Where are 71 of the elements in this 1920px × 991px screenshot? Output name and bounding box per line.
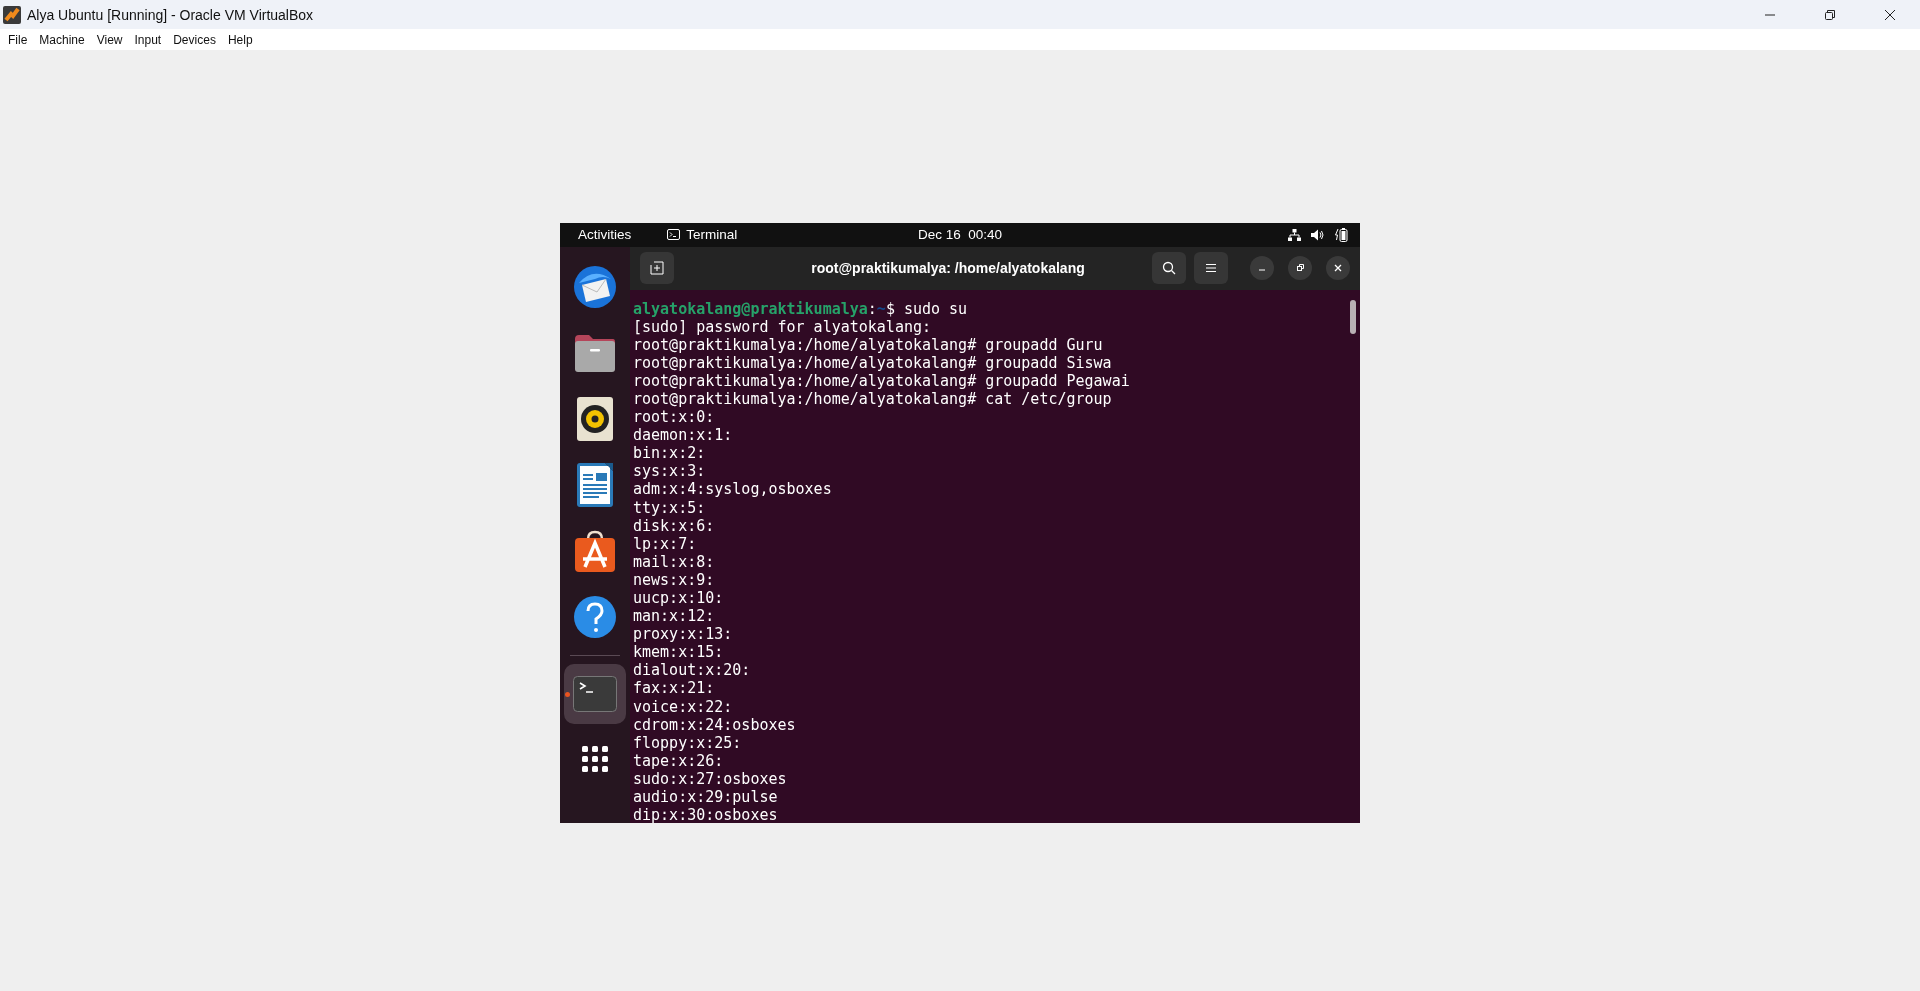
terminal-line: adm:x:4:syslog,osboxes: [633, 480, 832, 499]
maximize-icon: [1295, 263, 1305, 273]
terminal-line: voice:x:22:: [633, 697, 733, 716]
terminal-icon: [573, 675, 617, 712]
battery-icon[interactable]: [1335, 227, 1348, 242]
terminal-line: proxy:x:13:: [633, 625, 733, 644]
terminal-line: disk:x:6:: [633, 516, 715, 535]
terminal-line: kmem:x:15:: [633, 643, 724, 662]
terminal-icon: [667, 229, 681, 240]
running-indicator: [565, 691, 570, 697]
mail-bird-icon: [573, 264, 617, 309]
terminal-line: sudo:x:27:osboxes: [633, 769, 787, 789]
activities-button[interactable]: Activities: [578, 227, 632, 242]
terminal-line: news:x:9:: [633, 570, 715, 589]
speaker-icon: [577, 396, 613, 441]
terminal-line: root@praktikumalya:/home/alyatokalang# cat /etc/group: [633, 389, 1112, 409]
terminal-line: floppy:x:25:: [633, 733, 742, 752]
shopping-bag-icon: [573, 528, 617, 573]
document-icon: [577, 462, 613, 507]
terminal-line: mail:x:8:: [633, 552, 715, 571]
terminal-line: lp:x:7:: [633, 534, 697, 553]
close-icon: [1333, 263, 1343, 273]
terminal-line: man:x:12:: [633, 607, 715, 626]
menu-item[interactable]: Devices: [167, 30, 222, 49]
terminal-line: cdrom:x:24:osboxes: [633, 715, 796, 734]
terminal-line: root@praktikumalya:/home/alyatokalang# groupadd Pegawai: [633, 371, 1130, 390]
menu-item[interactable]: Machine: [33, 30, 91, 49]
folder-icon: [573, 332, 617, 373]
terminal-line: [sudo] password for alyatokalang:: [633, 317, 931, 336]
terminal-line: bin:x:2:: [633, 444, 706, 463]
maximize-button[interactable]: [1288, 256, 1312, 280]
prompt-user-host: alyatokalang@praktikumalya: [633, 299, 868, 318]
app-grid-icon[interactable]: [582, 745, 608, 772]
terminal-line: sys:x:3:: [633, 462, 706, 481]
volume-icon[interactable]: [1311, 228, 1325, 241]
terminal-line: dip:x:30:osboxes: [633, 806, 778, 823]
minimize-button[interactable]: [1250, 256, 1274, 280]
app-menu-label[interactable]: Terminal: [686, 227, 738, 242]
terminal-line: audio:x:29:pulse: [633, 788, 778, 807]
menu-button[interactable]: [1194, 252, 1228, 284]
terminal-title: root@praktikumalya: /home/alyatokalang: [810, 260, 1086, 276]
window-title: Alya Ubuntu [Running] - Oracle VM VirtualBox: [27, 6, 314, 23]
terminal-line: tape:x:26:: [633, 751, 724, 770]
app-logo-icon: [3, 5, 21, 24]
menu-item[interactable]: Input: [128, 30, 168, 49]
terminal-line: root@praktikumalya:/home/alyatokalang# groupadd Guru: [633, 335, 1103, 354]
new-tab-icon: [650, 261, 664, 275]
terminal-line: root@praktikumalya:/home/alyatokalang# groupadd Siswa: [633, 353, 1112, 372]
prompt-separator: :: [867, 299, 877, 318]
close-icon: [1884, 8, 1896, 21]
scrollbar-thumb[interactable]: [1350, 299, 1356, 334]
close-button[interactable]: [1326, 256, 1350, 280]
terminal-line: fax:x:21:: [633, 679, 715, 698]
terminal-line: root:x:0:: [633, 408, 715, 427]
menu-item[interactable]: File: [2, 30, 34, 49]
search-icon: [1162, 261, 1176, 275]
menu-item[interactable]: Help: [221, 30, 259, 49]
terminal-line: daemon:x:1:: [633, 426, 733, 445]
new-tab-button[interactable]: [640, 252, 674, 284]
terminal-line: dialout:x:20:: [633, 661, 751, 680]
menu-item[interactable]: View: [90, 30, 129, 49]
search-button[interactable]: [1152, 252, 1186, 284]
command-text: $ sudo su: [885, 299, 968, 318]
clock[interactable]: Dec 16 00:40: [917, 227, 1003, 242]
terminal-line: uucp:x:10:: [633, 589, 724, 608]
menu-icon: [1204, 261, 1218, 275]
restore-icon: [1824, 8, 1836, 21]
network-icon[interactable]: [1288, 228, 1301, 241]
help-icon: [573, 594, 617, 639]
terminal-line: tty:x:5:: [633, 498, 706, 517]
prompt-path: ~: [876, 299, 886, 318]
